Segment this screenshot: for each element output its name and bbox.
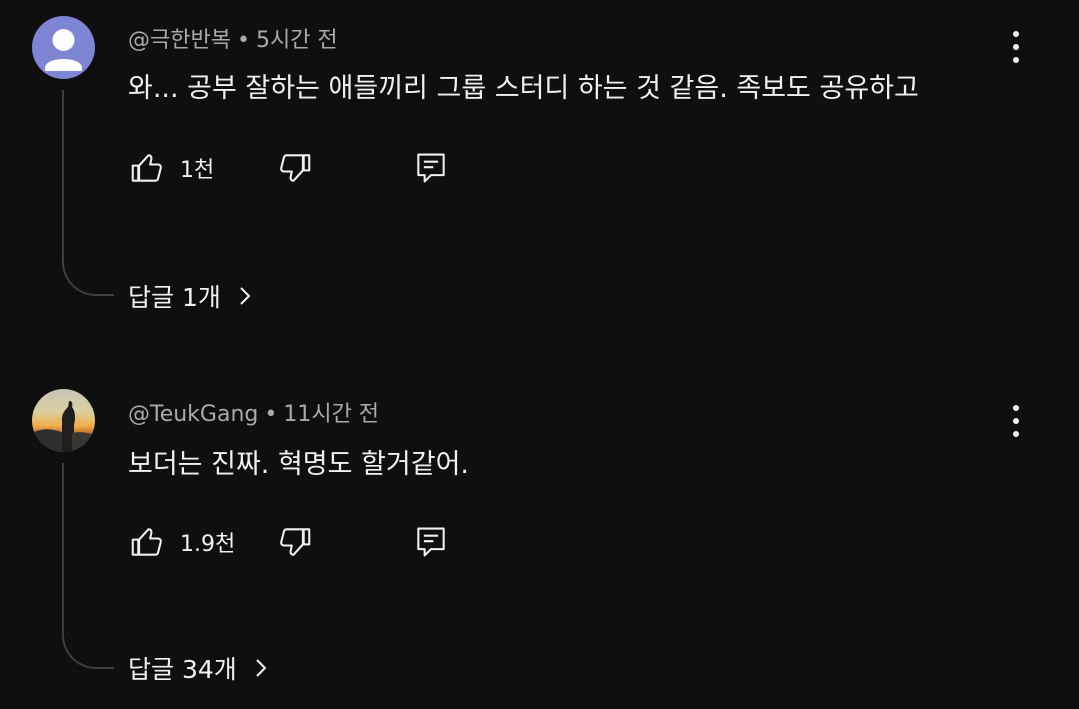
replies-count-label: 답글 1개 (128, 283, 221, 312)
comment-text: 와... 공부 잘하는 애들끼리 그룹 스터디 하는 것 같음. 족보도 공유하… (128, 73, 919, 104)
comment-icon (417, 527, 445, 557)
thread-connector (62, 463, 114, 669)
like-button[interactable]: 1.9천 (128, 523, 240, 561)
comment-list: @극한반복 • 5시간 전 와... 공부 잘하는 애들끼리 그룹 스터디 하는 것… (0, 0, 1079, 709)
comment-icon (417, 153, 445, 183)
thumb-down-icon (280, 154, 311, 182)
comment-actions: 1천 (128, 148, 450, 188)
comment-actions: 1.9천 (128, 522, 450, 562)
comment-item: @극한반복 • 5시간 전 와... 공부 잘하는 애들끼리 그룹 스터디 하는 것… (0, 0, 1079, 350)
thumb-up-icon (131, 528, 162, 556)
thumb-up-icon (131, 154, 162, 182)
dislike-button[interactable] (276, 149, 314, 187)
like-count: 1천 (180, 158, 215, 183)
user-photo-icon (32, 401, 95, 452)
view-replies-button[interactable]: 답글 1개 (128, 278, 253, 314)
more-vertical-icon (1013, 405, 1019, 411)
comment-text: 보더는 진짜. 혁명도 할거같어. (128, 449, 469, 480)
chevron-right-icon (240, 287, 251, 305)
avatar[interactable] (32, 16, 95, 79)
comment-meta: @TeukGang • 11시간 전 (128, 396, 379, 428)
default-user-icon (45, 29, 82, 71)
chevron-right-icon (256, 659, 267, 677)
thumb-down-icon (280, 528, 311, 556)
timestamp[interactable]: 11시간 전 (283, 402, 379, 427)
meta-separator: • (264, 402, 278, 427)
author-name[interactable]: @극한반복 (128, 28, 231, 53)
thread-connector (62, 90, 114, 296)
like-button[interactable]: 1천 (128, 149, 240, 187)
more-vertical-icon (1013, 31, 1019, 37)
dislike-button[interactable] (276, 523, 314, 561)
like-count: 1.9천 (180, 532, 236, 557)
view-replies-button[interactable]: 답글 34개 (128, 650, 269, 686)
reply-button[interactable] (412, 523, 450, 561)
comment-item: @TeukGang • 11시간 전 보더는 진짜. 혁명도 할거같어. 1.9천 (0, 370, 1079, 709)
meta-separator: • (236, 28, 250, 53)
more-options-button[interactable] (1003, 401, 1029, 441)
comment-meta: @극한반복 • 5시간 전 (128, 22, 338, 54)
replies-count-label: 답글 34개 (128, 655, 237, 684)
avatar[interactable] (32, 389, 95, 452)
author-name[interactable]: @TeukGang (128, 402, 258, 427)
timestamp[interactable]: 5시간 전 (256, 28, 338, 53)
more-options-button[interactable] (1003, 27, 1029, 67)
reply-button[interactable] (412, 149, 450, 187)
